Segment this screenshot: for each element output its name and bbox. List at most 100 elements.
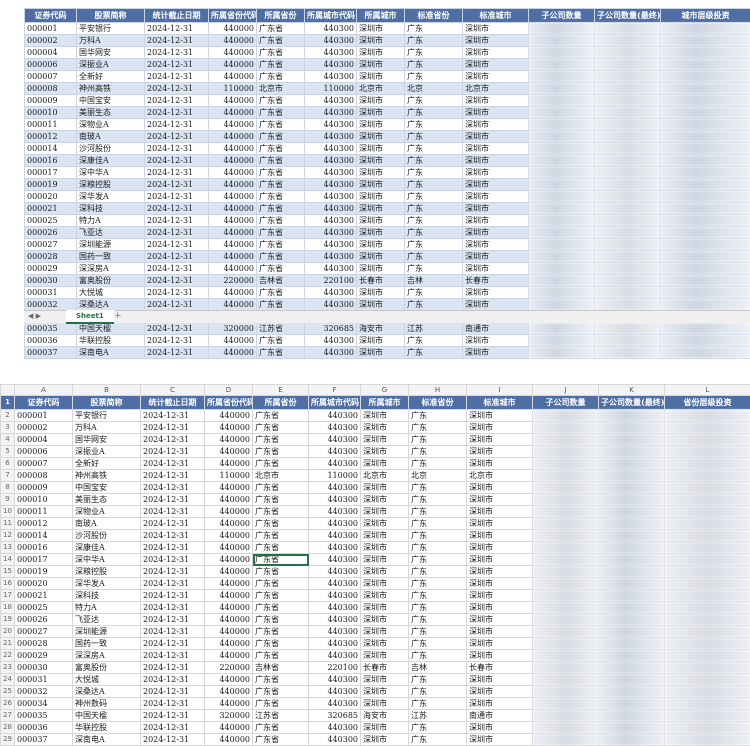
data-cell[interactable]: 440300 [309,734,361,746]
data-cell[interactable]: 广东省 [257,107,305,119]
row-number[interactable]: 15 [1,566,15,578]
redacted-cell[interactable] [595,83,661,95]
redacted-cell[interactable] [529,275,595,287]
redacted-cell[interactable] [595,263,661,275]
redacted-cell[interactable] [595,71,661,83]
redacted-cell[interactable] [595,239,661,251]
data-cell[interactable]: 000035 [25,323,77,335]
data-cell[interactable]: 神州高铁 [73,470,141,482]
data-cell[interactable]: 440300 [309,542,361,554]
data-cell[interactable]: 320685 [305,323,357,335]
data-cell[interactable]: 神州高铁 [77,83,145,95]
data-cell[interactable]: 2024-12-31 [141,518,205,530]
data-cell[interactable]: 深圳市 [357,239,405,251]
data-cell[interactable]: 440000 [205,734,253,746]
data-cell[interactable]: 广东省 [253,458,309,470]
data-cell[interactable]: 富奥股份 [73,662,141,674]
data-cell[interactable]: 000010 [15,494,73,506]
row-number[interactable]: 1 [1,396,15,410]
data-cell[interactable]: 深圳市 [357,263,405,275]
data-cell[interactable]: 深圳市 [467,542,533,554]
data-cell[interactable]: 000011 [25,119,77,131]
redacted-cell[interactable] [595,107,661,119]
data-cell[interactable]: 深圳市 [361,494,409,506]
data-cell[interactable]: 广东 [409,434,467,446]
data-cell[interactable]: 2024-12-31 [145,191,209,203]
data-cell[interactable]: 深圳市 [361,578,409,590]
redacted-cell[interactable] [599,650,665,662]
data-cell[interactable]: 华联控股 [77,335,145,347]
row-number[interactable]: 12 [1,530,15,542]
data-cell[interactable]: 广东 [409,494,467,506]
redacted-cell[interactable] [533,494,599,506]
data-cell[interactable]: 深圳能源 [77,239,145,251]
data-cell[interactable]: 江苏 [409,710,467,722]
data-cell[interactable]: 2024-12-31 [141,686,205,698]
data-cell[interactable]: 000006 [15,446,73,458]
data-cell[interactable]: 广东省 [253,590,309,602]
row-number[interactable]: 26 [1,698,15,710]
row-number[interactable]: 6 [1,458,15,470]
row-number[interactable]: 13 [1,542,15,554]
data-cell[interactable]: 2024-12-31 [145,323,209,335]
redacted-cell[interactable] [599,698,665,710]
data-cell[interactable]: 广东省 [253,434,309,446]
redacted-cell[interactable] [529,323,595,335]
data-cell[interactable]: 000030 [15,662,73,674]
data-cell[interactable]: 长春市 [361,662,409,674]
data-cell[interactable]: 深圳市 [463,287,529,299]
data-cell[interactable]: 深圳市 [361,482,409,494]
column-letter[interactable]: H [409,385,467,396]
data-cell[interactable]: 沙河股份 [77,143,145,155]
data-cell[interactable]: 440000 [209,179,257,191]
data-cell[interactable]: 江苏 [405,323,463,335]
data-cell[interactable]: 2024-12-31 [145,155,209,167]
data-cell[interactable]: 深圳市 [463,167,529,179]
data-cell[interactable]: 000027 [25,239,77,251]
redacted-cell[interactable] [665,722,750,734]
data-cell[interactable]: 2024-12-31 [141,410,205,422]
data-cell[interactable]: 深圳市 [463,107,529,119]
data-cell[interactable]: 440000 [205,422,253,434]
redacted-cell[interactable] [529,23,595,35]
data-cell[interactable]: 深圳市 [361,698,409,710]
data-cell[interactable]: 2024-12-31 [141,614,205,626]
data-cell[interactable]: 440000 [209,215,257,227]
redacted-cell[interactable] [661,335,750,347]
column-header[interactable]: 证券代码 [15,396,73,410]
redacted-cell[interactable] [599,590,665,602]
data-cell[interactable]: 000026 [25,227,77,239]
data-cell[interactable]: 深圳市 [361,458,409,470]
data-cell[interactable]: 广东 [405,227,463,239]
data-cell[interactable]: 440000 [209,263,257,275]
data-cell[interactable]: 000016 [25,155,77,167]
data-cell[interactable]: 深圳市 [463,95,529,107]
redacted-cell[interactable] [529,263,595,275]
data-cell[interactable]: 美丽生态 [77,107,145,119]
row-number[interactable]: 25 [1,686,15,698]
redacted-cell[interactable] [665,686,750,698]
data-cell[interactable]: 000009 [25,95,77,107]
data-cell[interactable]: 吉林省 [253,662,309,674]
redacted-cell[interactable] [595,59,661,71]
redacted-cell[interactable] [661,215,750,227]
row-number[interactable]: 22 [1,650,15,662]
data-cell[interactable]: 000002 [25,35,77,47]
data-cell[interactable]: 440300 [309,698,361,710]
data-cell[interactable]: 国华网安 [77,47,145,59]
data-cell[interactable]: 440000 [209,143,257,155]
redacted-cell[interactable] [665,698,750,710]
data-cell[interactable]: 北京市 [467,470,533,482]
row-number[interactable]: 23 [1,662,15,674]
data-cell[interactable]: 江苏省 [257,323,305,335]
redacted-cell[interactable] [665,566,750,578]
data-cell[interactable]: 深圳市 [467,626,533,638]
data-cell[interactable]: 广东 [409,626,467,638]
redacted-cell[interactable] [665,710,750,722]
data-cell[interactable]: 440000 [205,566,253,578]
data-cell[interactable]: 440300 [309,530,361,542]
row-number[interactable]: 3 [1,422,15,434]
column-header[interactable]: 所属城市代码 [309,396,361,410]
data-cell[interactable]: 广东省 [257,335,305,347]
redacted-cell[interactable] [665,614,750,626]
